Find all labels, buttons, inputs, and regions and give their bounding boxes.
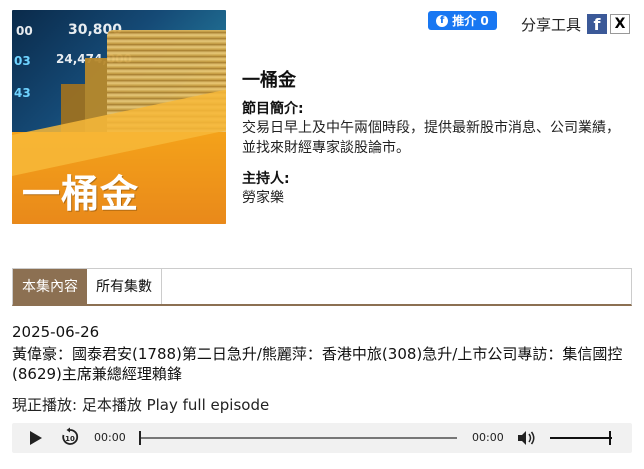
program-cover-image: 00 30,800 24,474,000 03 43 一桶金: [12, 10, 226, 224]
ticker-number: 43: [14, 86, 31, 100]
episode-date: 2025-06-26: [12, 323, 100, 341]
volume-slider[interactable]: [550, 437, 612, 439]
program-title: 一桶金: [242, 70, 296, 91]
episode-tabs: 本集內容 所有集數: [12, 268, 632, 306]
ticker-number: 00: [16, 24, 33, 38]
intro-label: 節目簡介:: [242, 101, 304, 117]
volume-handle[interactable]: [609, 431, 611, 445]
seek-handle[interactable]: [139, 431, 141, 445]
duration-time: 00:00: [472, 431, 504, 444]
tab-current-episode[interactable]: 本集內容: [13, 269, 87, 304]
rewind-10-icon[interactable]: 10: [60, 427, 80, 447]
facebook-icon: f: [436, 14, 449, 27]
facebook-share-icon[interactable]: f: [587, 14, 607, 34]
volume-icon[interactable]: [516, 430, 536, 446]
share-tools-label: 分享工具: [521, 16, 582, 34]
cover-title: 一桶金: [22, 172, 140, 216]
ticker-number: 03: [14, 54, 31, 68]
facebook-like-button[interactable]: f 推介 0: [428, 11, 497, 30]
current-time: 00:00: [94, 431, 126, 444]
svg-text:10: 10: [65, 435, 75, 443]
episode-title: 黃偉豪：國泰君安(1788)第二日急升/熊麗萍：香港中旅(308)急升/上市公司…: [12, 345, 623, 383]
x-share-icon[interactable]: X: [610, 14, 630, 34]
audio-player: 10 00:00 00:00: [12, 423, 632, 453]
host-name: 勞家樂: [242, 190, 284, 206]
now-playing-label: 現正播放: 足本播放 Play full episode: [12, 396, 270, 414]
play-icon[interactable]: [30, 431, 42, 445]
host-label: 主持人:: [242, 171, 290, 187]
tab-all-episodes[interactable]: 所有集數: [87, 269, 162, 304]
like-label: 推介 0: [452, 14, 489, 28]
program-description: 交易日早上及中午兩個時段，提供最新股市消息、公司業績，並找來財經專家談股論市。: [242, 120, 620, 156]
seek-bar[interactable]: [139, 437, 457, 439]
